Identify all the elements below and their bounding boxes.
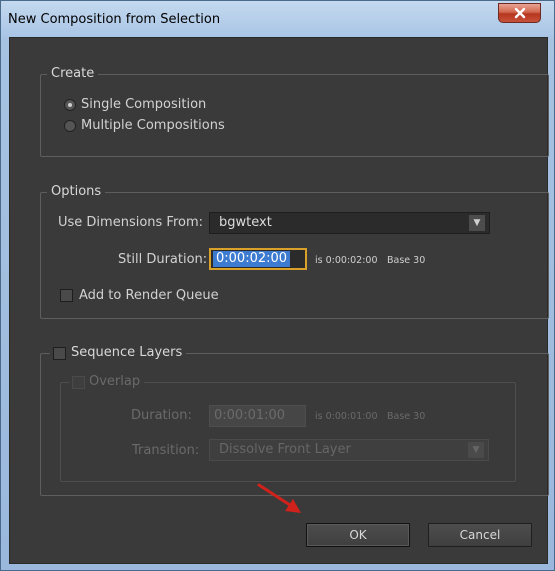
close-button[interactable] bbox=[498, 3, 541, 23]
use-dimensions-dropdown[interactable]: bgwtext ▼ bbox=[209, 212, 490, 234]
options-group-title: Options bbox=[47, 184, 106, 200]
chevron-down-icon[interactable]: ▼ bbox=[468, 442, 484, 458]
overlap-label: Overlap bbox=[85, 374, 145, 390]
ok-button[interactable]: OK bbox=[306, 523, 410, 547]
overlap-duration-info: is 0:00:01:00 bbox=[315, 411, 378, 422]
overlap-duration-base: Base 30 bbox=[387, 411, 426, 422]
overlap-duration-label: Duration: bbox=[131, 408, 192, 423]
single-composition-label[interactable]: Single Composition bbox=[81, 97, 206, 113]
add-to-render-queue-checkbox[interactable] bbox=[60, 289, 73, 302]
overlap-duration-value: 0:00:01:00 bbox=[214, 408, 286, 423]
overlap-group: Overlap Duration: 0:00:01:00 is 0:00:01:… bbox=[60, 373, 516, 482]
still-duration-value: 0:00:02:00 bbox=[213, 251, 291, 267]
single-composition-radio[interactable] bbox=[64, 99, 76, 111]
annotation-arrow-icon bbox=[257, 483, 301, 513]
dialog-window: New Composition from Selection Create Si… bbox=[0, 0, 555, 571]
use-dimensions-value: bgwtext bbox=[219, 215, 272, 230]
options-group: Options Use Dimensions From: bgwtext ▼ S… bbox=[40, 184, 549, 319]
cancel-button[interactable]: Cancel bbox=[428, 523, 532, 547]
transition-label: Transition: bbox=[132, 443, 200, 458]
create-group-title: Create bbox=[47, 66, 99, 82]
sequence-layers-title[interactable]: Sequence Layers bbox=[67, 345, 187, 361]
still-duration-info: is 0:00:02:00 bbox=[315, 255, 378, 266]
overlap-checkbox[interactable] bbox=[69, 373, 88, 392]
multiple-compositions-radio[interactable] bbox=[64, 120, 76, 132]
create-group: Create Single Composition Multiple Compo… bbox=[40, 66, 549, 157]
still-duration-base: Base 30 bbox=[387, 255, 426, 266]
window-title: New Composition from Selection bbox=[8, 12, 221, 27]
add-to-render-queue-label[interactable]: Add to Render Queue bbox=[79, 288, 219, 304]
transition-value: Dissolve Front Layer bbox=[219, 442, 351, 457]
transition-dropdown[interactable]: Dissolve Front Layer ▼ bbox=[209, 439, 489, 461]
close-icon bbox=[514, 7, 525, 19]
title-bar[interactable]: New Composition from Selection bbox=[1, 1, 554, 37]
still-duration-field[interactable]: 0:00:02:00 bbox=[209, 248, 307, 270]
overlap-duration-field[interactable]: 0:00:01:00 bbox=[209, 405, 306, 427]
still-duration-label: Still Duration: bbox=[118, 252, 208, 267]
chevron-down-icon[interactable]: ▼ bbox=[469, 215, 485, 231]
use-dimensions-label: Use Dimensions From: bbox=[58, 215, 204, 230]
multiple-compositions-label[interactable]: Multiple Compositions bbox=[81, 118, 225, 134]
sequence-layers-group: Sequence Layers Overlap Duration: 0:00:0… bbox=[40, 344, 549, 496]
sequence-layers-checkbox[interactable] bbox=[50, 344, 69, 363]
